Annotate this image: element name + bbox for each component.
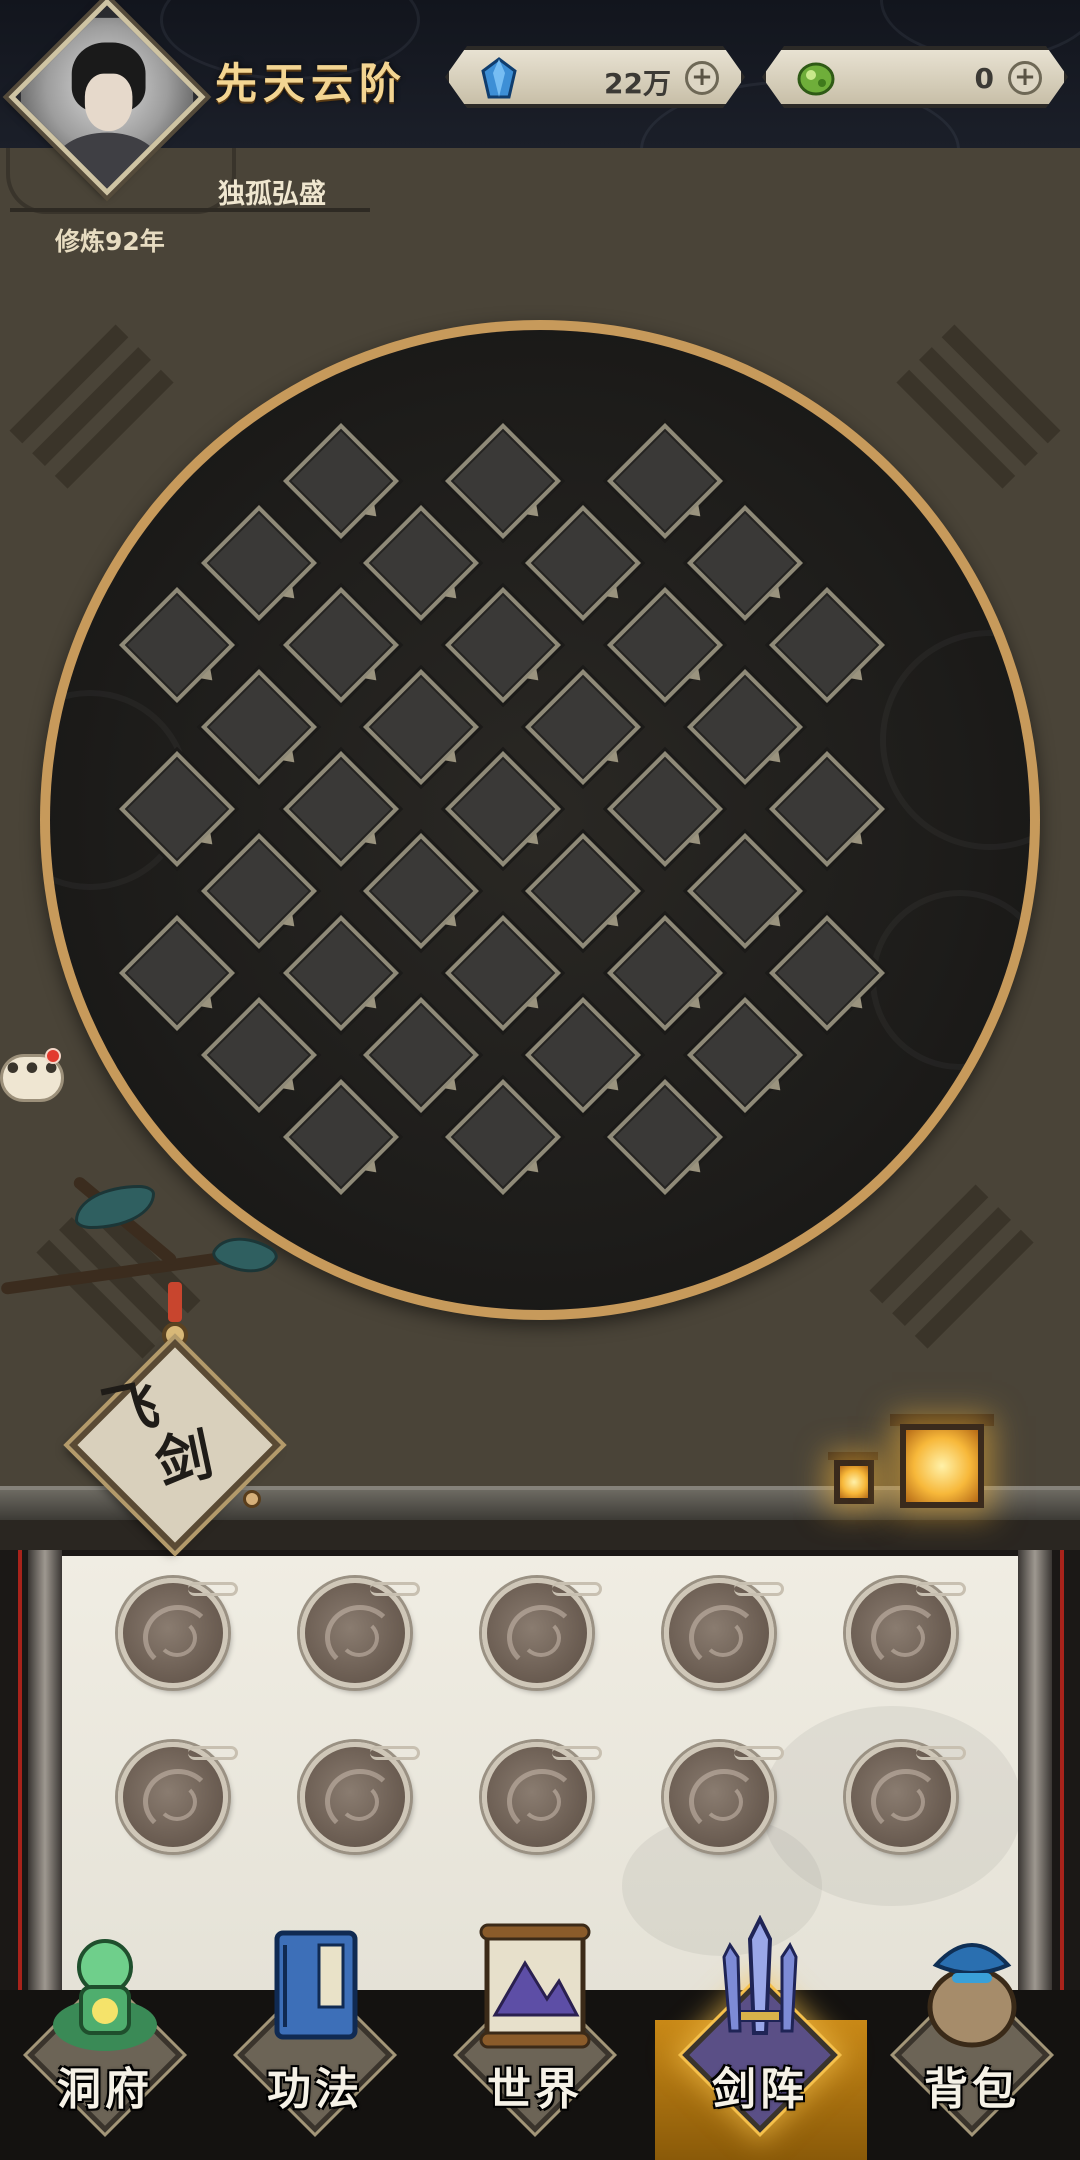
slot-cloud-tail	[916, 1746, 966, 1760]
lantern-cap	[828, 1452, 878, 1460]
formation-slot[interactable]	[283, 1079, 399, 1195]
formation-slot[interactable]	[687, 505, 803, 621]
sword-formation-icon	[722, 1915, 798, 2035]
formation-slot[interactable]	[201, 505, 317, 621]
formation-slot[interactable]	[445, 1079, 561, 1195]
small-lantern-icon	[834, 1460, 874, 1504]
formation-slot[interactable]	[283, 423, 399, 539]
world-map-scroll-icon	[479, 1923, 591, 2049]
green-jade-icon	[796, 57, 836, 101]
swirl-decoration	[880, 630, 1030, 850]
slot-cloud-tail	[916, 1582, 966, 1596]
add-spirit-crystal-button[interactable]: +	[685, 61, 719, 95]
swirl-decoration	[870, 890, 1030, 1070]
cave-dwelling-icon	[53, 1939, 157, 2051]
nav-label: 洞府	[57, 2064, 153, 2115]
formation-slot[interactable]	[607, 751, 723, 867]
scripture-book-icon	[274, 1930, 358, 2040]
formation-slot[interactable]	[201, 997, 317, 1113]
flying-sword-label: 飞 剑	[96, 1361, 239, 1503]
nav-item-cave-dwelling[interactable]: 洞府	[5, 1905, 205, 2145]
jade-value: 0	[974, 62, 994, 95]
formation-slot[interactable]	[607, 1079, 723, 1195]
formation-slot[interactable]	[201, 833, 317, 949]
formation-slot[interactable]	[769, 915, 885, 1031]
slot-cloud-tail	[188, 1746, 238, 1760]
sword-formation-board	[40, 320, 1040, 1320]
slot-cloud-tail	[552, 1582, 602, 1596]
formation-slot[interactable]	[525, 833, 641, 949]
slot-cloud-tail	[552, 1746, 602, 1760]
add-jade-button[interactable]: +	[1008, 61, 1042, 95]
trigram-ornament	[869, 1184, 1061, 1376]
formation-slot[interactable]	[769, 587, 885, 703]
formation-slot[interactable]	[687, 833, 803, 949]
chat-notification-dot	[45, 1048, 61, 1064]
realm-title: 先天云阶	[215, 59, 408, 108]
slot-cloud-tail	[370, 1746, 420, 1760]
blue-crystal-icon	[479, 57, 519, 101]
formation-slot[interactable]	[119, 915, 235, 1031]
formation-slot[interactable]	[525, 997, 641, 1113]
formation-slot[interactable]	[607, 915, 723, 1031]
player-name: 独孤弘盛	[218, 179, 326, 210]
formation-slot[interactable]	[283, 751, 399, 867]
formation-slot[interactable]	[525, 669, 641, 785]
slot-cloud-tail	[370, 1582, 420, 1596]
nav-item-techniques[interactable]: 功法	[215, 1905, 415, 2145]
spirit-crystal-value: 22万	[604, 67, 671, 100]
formation-slot[interactable]	[445, 423, 561, 539]
formation-slot[interactable]	[201, 669, 317, 785]
slot-cloud-tail	[188, 1582, 238, 1596]
nav-item-backpack[interactable]: 背包	[872, 1905, 1072, 2145]
formation-grid	[50, 330, 1030, 1310]
nav-label: 剑阵	[712, 2064, 808, 2115]
formation-slot[interactable]	[363, 669, 479, 785]
cultivation-years: 修炼92年	[55, 227, 165, 256]
nav-label: 世界	[487, 2064, 583, 2115]
formation-slot[interactable]	[607, 587, 723, 703]
nav-item-world[interactable]: 世界	[435, 1905, 635, 2145]
formation-slot[interactable]	[687, 997, 803, 1113]
formation-slot[interactable]	[445, 587, 561, 703]
formation-slot[interactable]	[119, 587, 235, 703]
resource-jade[interactable]: 0 +	[762, 46, 1068, 108]
large-lantern-icon	[900, 1424, 984, 1508]
formation-slot[interactable]	[283, 587, 399, 703]
formation-slot[interactable]	[283, 915, 399, 1031]
formation-slot[interactable]	[363, 997, 479, 1113]
formation-slot[interactable]	[363, 505, 479, 621]
slot-cloud-tail	[734, 1746, 784, 1760]
resource-spirit-crystal[interactable]: 22万 +	[445, 46, 745, 108]
backpack-icon	[927, 1943, 1017, 2048]
nav-item-sword-formation[interactable]: 剑阵	[660, 1905, 860, 2145]
formation-slot[interactable]	[769, 751, 885, 867]
formation-slot[interactable]	[687, 669, 803, 785]
formation-slot[interactable]	[363, 833, 479, 949]
nav-label: 功法	[267, 2064, 363, 2115]
formation-slot[interactable]	[525, 505, 641, 621]
formation-slot[interactable]	[607, 423, 723, 539]
formation-slot[interactable]	[445, 915, 561, 1031]
nav-label: 背包	[924, 2064, 1020, 2115]
slot-cloud-tail	[734, 1582, 784, 1596]
formation-slot[interactable]	[445, 751, 561, 867]
shelf-knob	[243, 1490, 261, 1508]
tassel-decoration	[168, 1282, 182, 1322]
